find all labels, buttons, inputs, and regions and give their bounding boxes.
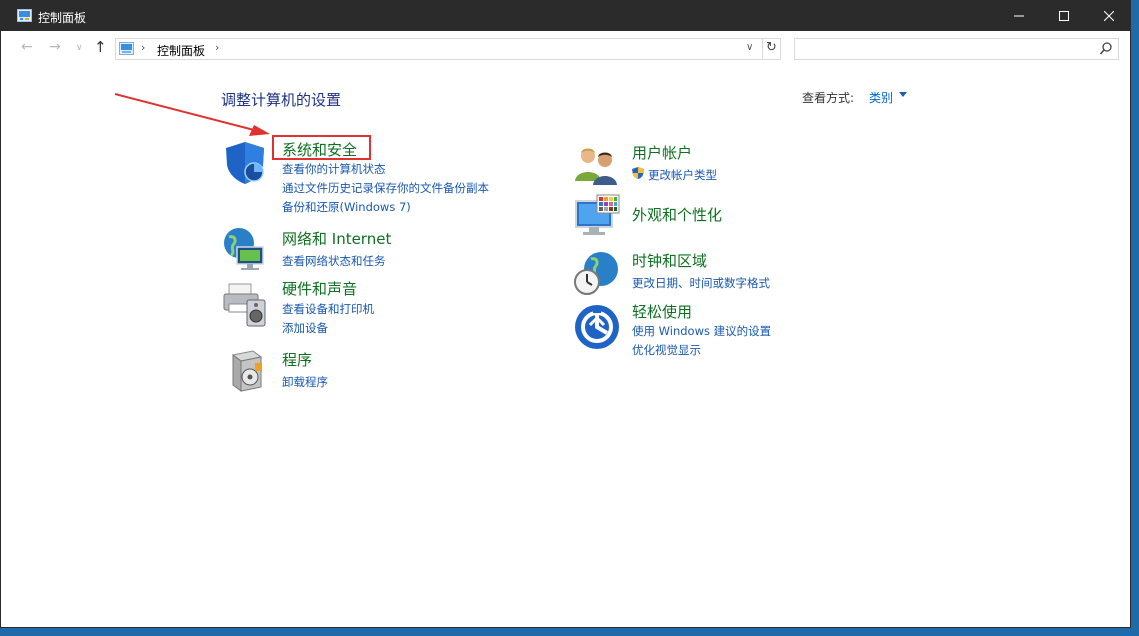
maximize-button[interactable] bbox=[1041, 1, 1087, 31]
navigation-bar: ← → ∨ ↑ › 控制面板 › ∨ ↻ bbox=[1, 31, 1130, 65]
refresh-icon[interactable]: ↻ bbox=[766, 40, 777, 55]
category-title-hardware-sound[interactable]: 硬件和声音 bbox=[282, 278, 357, 299]
category-title-ease-of-access[interactable]: 轻松使用 bbox=[632, 301, 692, 322]
link-change-account-type[interactable]: 更改帐户类型 bbox=[648, 167, 717, 183]
breadcrumb-separator-icon[interactable]: › bbox=[141, 41, 145, 54]
link-uninstall-program[interactable]: 卸载程序 bbox=[282, 374, 328, 390]
forward-arrow-icon[interactable]: → bbox=[49, 39, 61, 55]
link-change-date-time-format[interactable]: 更改日期、时间或数字格式 bbox=[632, 275, 770, 291]
maximize-icon bbox=[1059, 11, 1069, 21]
page-heading: 调整计算机的设置 bbox=[221, 91, 342, 109]
link-optimize-visual-display[interactable]: 优化视觉显示 bbox=[632, 342, 701, 358]
monitor-palette-icon[interactable] bbox=[573, 193, 621, 241]
clock-globe-icon[interactable] bbox=[573, 249, 621, 297]
control-panel-icon bbox=[17, 9, 32, 22]
category-title-appearance[interactable]: 外观和个性化 bbox=[632, 204, 722, 225]
link-devices-printers[interactable]: 查看设备和打印机 bbox=[282, 301, 374, 317]
printer-speaker-icon[interactable] bbox=[221, 280, 269, 328]
link-windows-recommended-settings[interactable]: 使用 Windows 建议的设置 bbox=[632, 323, 771, 339]
close-icon bbox=[1104, 11, 1114, 21]
view-by-caret-icon[interactable] bbox=[899, 92, 907, 97]
breadcrumb-chevron-icon[interactable]: › bbox=[215, 41, 219, 54]
title-bar: 控制面板 bbox=[1, 1, 1130, 31]
link-view-computer-status[interactable]: 查看你的计算机状态 bbox=[282, 161, 386, 177]
address-divider bbox=[762, 39, 763, 59]
search-icon[interactable] bbox=[1100, 42, 1112, 56]
shield-icon[interactable] bbox=[221, 139, 269, 187]
minimize-button[interactable] bbox=[996, 1, 1042, 31]
link-network-status[interactable]: 查看网络状态和任务 bbox=[282, 253, 386, 269]
search-box[interactable] bbox=[794, 38, 1119, 60]
search-input[interactable] bbox=[799, 41, 1089, 57]
programs-box-icon[interactable] bbox=[223, 347, 271, 395]
back-arrow-icon[interactable]: ← bbox=[21, 39, 33, 55]
recent-locations-chevron-icon[interactable]: ∨ bbox=[76, 43, 83, 53]
view-by-label: 查看方式: bbox=[802, 91, 855, 105]
uac-shield-icon bbox=[632, 167, 644, 179]
category-title-clock-region[interactable]: 时钟和区域 bbox=[632, 250, 707, 271]
control-panel-location-icon bbox=[119, 42, 134, 55]
breadcrumb-control-panel[interactable]: 控制面板 bbox=[157, 42, 205, 59]
control-panel-window: 控制面板 ← → ∨ ↑ › 控制面板 › ∨ ↻ 调整计算机的设置 查看方式:… bbox=[0, 0, 1131, 628]
address-bar[interactable]: › 控制面板 › ∨ ↻ bbox=[115, 38, 781, 60]
category-title-programs[interactable]: 程序 bbox=[282, 349, 312, 370]
address-dropdown-icon[interactable]: ∨ bbox=[746, 42, 753, 53]
close-button[interactable] bbox=[1086, 1, 1132, 31]
window-title: 控制面板 bbox=[38, 11, 87, 25]
up-arrow-icon[interactable]: ↑ bbox=[94, 38, 107, 56]
link-backup-restore[interactable]: 备份和还原(Windows 7) bbox=[282, 199, 411, 215]
users-icon[interactable] bbox=[573, 143, 621, 191]
link-file-history-backup[interactable]: 通过文件历史记录保存你的文件备份副本 bbox=[282, 180, 489, 196]
network-globe-icon[interactable] bbox=[221, 225, 269, 273]
view-by-dropdown[interactable]: 类别 bbox=[869, 89, 893, 106]
category-title-user-accounts[interactable]: 用户帐户 bbox=[632, 142, 692, 163]
ease-of-access-icon[interactable] bbox=[573, 303, 621, 351]
annotation-highlight-box bbox=[272, 135, 371, 160]
minimize-icon bbox=[1014, 15, 1024, 17]
link-add-device[interactable]: 添加设备 bbox=[282, 320, 328, 336]
category-title-network[interactable]: 网络和 Internet bbox=[282, 228, 391, 249]
